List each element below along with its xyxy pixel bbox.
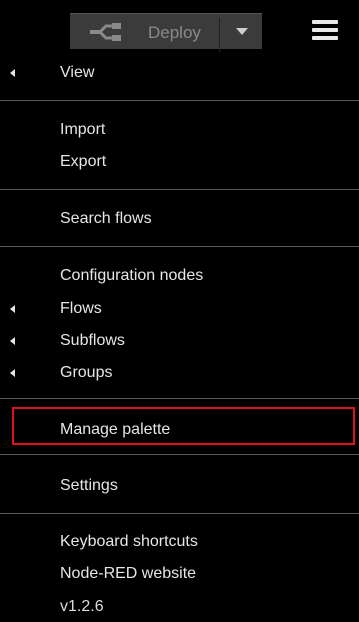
menu-divider (0, 100, 359, 101)
deploy-flow-icon (90, 23, 121, 41)
menu-item-label: Export (60, 153, 107, 170)
menu-item-label: Settings (60, 477, 118, 494)
deploy-label: Deploy (148, 23, 201, 42)
menu-item-label: View (60, 64, 95, 81)
menu-item-import[interactable]: Import (0, 115, 359, 145)
header-bar: Deploy (0, 0, 359, 62)
menu-item-label: Configuration nodes (60, 267, 204, 284)
menu-item-manage-palette[interactable]: Manage palette (0, 415, 359, 445)
deploy-options-caret-icon[interactable] (236, 28, 248, 35)
submenu-arrow-icon (10, 337, 15, 345)
menu-item-label: Manage palette (60, 421, 171, 438)
menu-item-flows[interactable]: Flows (0, 294, 359, 324)
deploy-separator (219, 18, 220, 52)
menu-item-subflows[interactable]: Subflows (0, 326, 359, 356)
menu-item-search-flows[interactable]: Search flows (0, 204, 359, 234)
menu-item-settings[interactable]: Settings (0, 471, 359, 501)
menu-item-groups[interactable]: Groups (0, 358, 359, 388)
menu-item-view[interactable]: View (0, 58, 359, 88)
menu-divider (0, 513, 359, 514)
deploy-button[interactable]: Deploy (70, 13, 262, 49)
menu-item-label: Search flows (60, 210, 152, 227)
menu-item-export[interactable]: Export (0, 147, 359, 177)
menu-item-label: Keyboard shortcuts (60, 533, 198, 550)
menu-divider (0, 454, 359, 455)
version-label: v1.2.6 (60, 598, 104, 615)
hamburger-menu-icon[interactable] (312, 20, 338, 40)
submenu-arrow-icon (10, 305, 15, 313)
menu-item-keyboard-shortcuts[interactable]: Keyboard shortcuts (0, 527, 359, 557)
menu-divider (0, 246, 359, 247)
submenu-arrow-icon (10, 369, 15, 377)
menu-item-label: Subflows (60, 332, 125, 349)
menu-item-label: Import (60, 121, 106, 138)
menu-item-label: Flows (60, 300, 102, 317)
menu-item-label: Node-RED website (60, 565, 197, 582)
menu-item-version: v1.2.6 (0, 592, 359, 622)
menu-divider (0, 189, 359, 190)
menu-divider (0, 398, 359, 399)
submenu-arrow-icon (10, 69, 15, 77)
menu-item-node-red-website[interactable]: Node-RED website (0, 559, 359, 589)
menu-item-configuration-nodes[interactable]: Configuration nodes (0, 261, 359, 291)
menu-item-label: Groups (60, 364, 113, 381)
